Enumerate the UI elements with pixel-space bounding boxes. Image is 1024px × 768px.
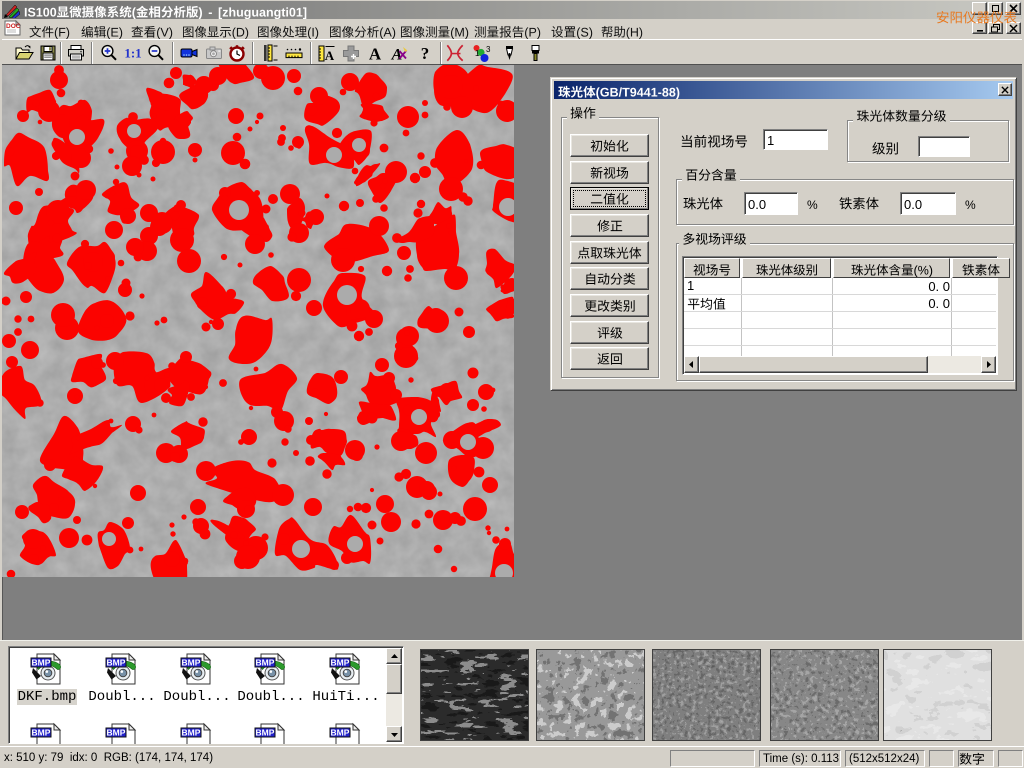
svg-text:3: 3 <box>486 45 491 54</box>
svg-text:BMP: BMP <box>32 658 51 668</box>
svg-text:?: ? <box>421 44 430 63</box>
svg-text:BMP: BMP <box>331 728 350 738</box>
svg-text:BMP: BMP <box>256 658 275 668</box>
svg-text:BMP: BMP <box>32 728 51 738</box>
svg-text:1: 1 <box>475 49 480 58</box>
svg-text:BMP: BMP <box>107 728 126 738</box>
svg-text:1:1: 1:1 <box>124 46 141 61</box>
svg-text:BMP: BMP <box>182 658 201 668</box>
svg-text:DOC: DOC <box>6 23 21 30</box>
svg-text:A: A <box>391 47 403 64</box>
svg-text:A: A <box>325 48 335 63</box>
svg-text:BMP: BMP <box>331 658 350 668</box>
svg-text:BMP: BMP <box>256 728 275 738</box>
svg-text:BMP: BMP <box>182 728 201 738</box>
svg-text:A: A <box>369 45 382 64</box>
svg-text:BMP: BMP <box>107 658 126 668</box>
